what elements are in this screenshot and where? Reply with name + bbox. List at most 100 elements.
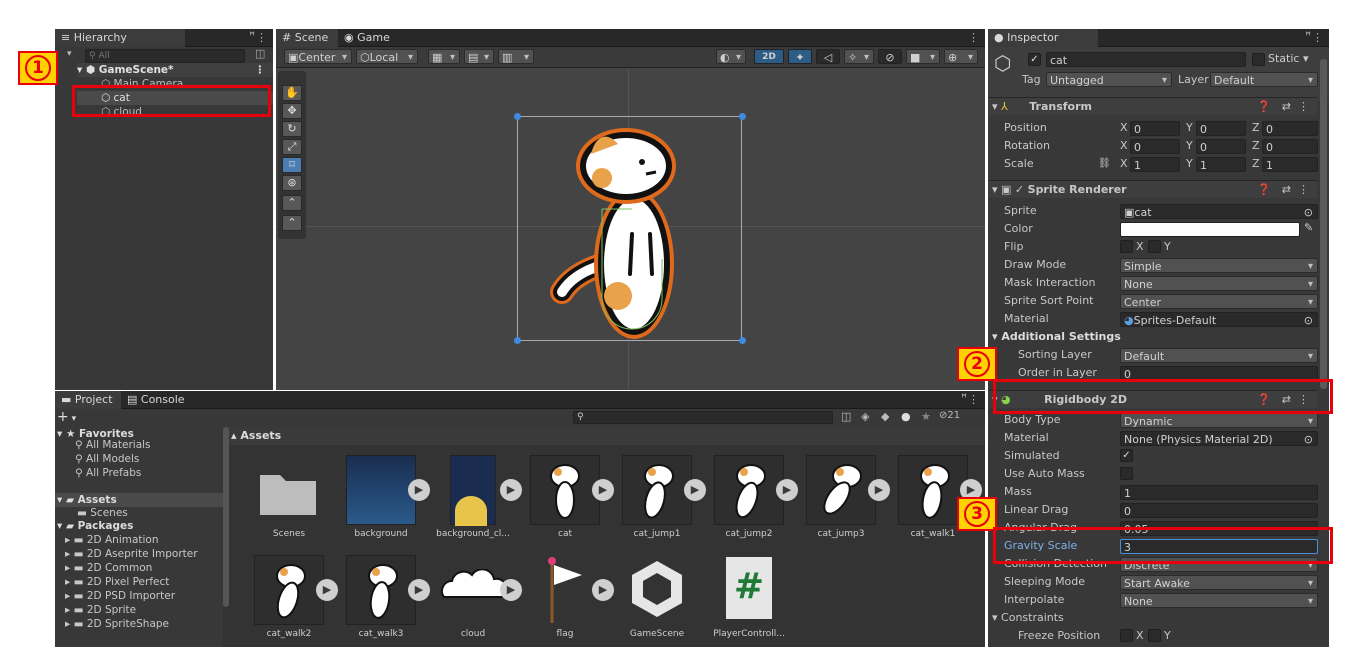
tree-item-gamescene[interactable]: ▾ ⬢ GameScene* ⋮ [77, 63, 273, 77]
mask-interaction-dropdown[interactable]: None [1120, 276, 1318, 291]
project-search-input[interactable]: ⚲ [573, 411, 833, 424]
more-menu-icon[interactable]: ⋮ [256, 31, 267, 44]
lock-icon[interactable]: ꟸ [961, 393, 967, 404]
lock-icon[interactable]: ꟸ [249, 31, 255, 42]
grid-snap-dropdown[interactable]: ▤ [464, 49, 494, 64]
visibility-toggle[interactable]: ⊘ [878, 49, 902, 64]
color-field[interactable] [1120, 222, 1300, 237]
object-name-field[interactable]: cat [1046, 52, 1246, 67]
sleeping-mode-dropdown[interactable]: Start Awake [1120, 575, 1318, 590]
object-picker-icon[interactable]: ⊙ [1304, 205, 1313, 218]
more-menu-icon[interactable]: ⋮ [1312, 31, 1323, 44]
package-item[interactable]: ▸ ▬ 2D Animation [65, 533, 159, 547]
simulated-checkbox[interactable]: ✓ [1120, 449, 1133, 462]
draw-mode-dropdown[interactable]: Simple [1120, 258, 1318, 273]
scene-menu-icon[interactable]: ⋮ [255, 63, 266, 77]
asset-item[interactable]: ▶ flag [522, 555, 614, 645]
body-type-dropdown[interactable]: Dynamic [1120, 413, 1318, 428]
scale-x-field[interactable]: 1 [1130, 157, 1180, 172]
asset-item[interactable]: ▶ cloud [430, 555, 522, 645]
eyedropper-icon[interactable]: ✎ [1304, 221, 1313, 234]
tab-inspector[interactable]: ● Inspector [988, 29, 1098, 47]
rect-handle[interactable] [739, 337, 746, 344]
object-picker-icon[interactable]: ⊙ [1304, 432, 1313, 445]
asset-item[interactable]: ▶ background_cl... [430, 455, 522, 545]
camera-dropdown[interactable]: ■ [906, 49, 940, 64]
filter-icon[interactable]: ◫ [255, 47, 265, 60]
sorting-layer-dropdown[interactable]: Default [1120, 348, 1318, 363]
additional-settings-foldout[interactable]: ▾ Additional Settings [992, 328, 1121, 346]
rotate-tool-icon[interactable]: ↻ [282, 121, 302, 137]
assets-folder[interactable]: ▾ ▰ Assets [55, 493, 223, 507]
filter-type-icon[interactable]: ◫ [841, 410, 851, 423]
sprite-renderer-header[interactable]: ▾ ▣ ✓ Sprite Renderer ❓ ⇄ ⋮ [988, 180, 1317, 198]
space-dropdown[interactable]: ⬡Local [356, 49, 418, 64]
add-asset-button[interactable]: + ▾ [57, 409, 76, 427]
position-z-field[interactable]: 0 [1262, 121, 1318, 136]
asset-item[interactable]: GameScene [614, 555, 700, 645]
position-y-field[interactable]: 0 [1196, 121, 1246, 136]
scale-z-field[interactable]: 1 [1262, 157, 1318, 172]
mode-2d-button[interactable]: 2D [754, 49, 784, 64]
create-dropdown-icon[interactable]: ▾ [67, 49, 72, 59]
scale-y-field[interactable]: 1 [1196, 157, 1246, 172]
rect-handle[interactable] [514, 113, 521, 120]
asset-item[interactable]: ▶ cat_walk3 [338, 555, 430, 645]
tab-game[interactable]: ◉ Game [338, 29, 396, 47]
component-menu-icon[interactable]: ⋮ [1298, 98, 1309, 115]
rect-handle[interactable] [739, 113, 746, 120]
more-menu-icon[interactable]: ⋮ [968, 31, 979, 44]
rect-tool-icon[interactable]: ⌑ [282, 157, 302, 173]
object-picker-icon[interactable]: ⊙ [1304, 313, 1313, 326]
rotation-x-field[interactable]: 0 [1130, 139, 1180, 154]
freeze-x-checkbox[interactable] [1120, 629, 1133, 642]
asset-item[interactable]: Scenes [246, 455, 332, 545]
lock-icon[interactable]: ꟸ [1305, 31, 1311, 42]
link-icon[interactable]: ⛓ [1098, 158, 1111, 169]
preset-icon[interactable]: ⇄ [1282, 181, 1291, 198]
transform-tool-icon[interactable]: ⊛ [282, 175, 302, 191]
transform-header[interactable]: ▾ ⅄ Transform ❓ ⇄ ⋮ [988, 97, 1317, 115]
flip-y-checkbox[interactable] [1148, 240, 1161, 253]
rotation-z-field[interactable]: 0 [1262, 139, 1318, 154]
play-icon[interactable]: ▶ [408, 479, 430, 501]
gizmos-dropdown[interactable]: ⊕ [944, 49, 978, 64]
play-icon[interactable]: ▶ [592, 479, 614, 501]
favorite-item[interactable]: ⚲ All Models [75, 452, 139, 466]
hidden-packages-icon[interactable]: ⊘21 [939, 410, 960, 421]
asset-item[interactable]: # PlayerControll... [706, 555, 792, 645]
sprite-sort-point-dropdown[interactable]: Center [1120, 294, 1318, 309]
active-checkbox[interactable]: ✓ [1028, 53, 1041, 66]
hierarchy-search-input[interactable]: ⚲ All [85, 49, 245, 63]
package-item[interactable]: ▸ ▬ 2D Aseprite Importer [65, 547, 198, 561]
filter-label-icon[interactable]: ◈ [861, 410, 869, 423]
position-x-field[interactable]: 0 [1130, 121, 1180, 136]
tab-hierarchy[interactable]: ≡ Hierarchy [55, 29, 185, 47]
layer-dropdown[interactable]: Default [1210, 72, 1318, 87]
tab-project[interactable]: ▬ Project [55, 391, 121, 409]
asset-item[interactable]: ▶ background [338, 455, 430, 545]
play-icon[interactable]: ▶ [408, 579, 430, 601]
static-label[interactable]: Static ▾ [1268, 52, 1308, 65]
component-menu-icon[interactable]: ⋮ [1298, 181, 1309, 198]
rotation-y-field[interactable]: 0 [1196, 139, 1246, 154]
preset-icon[interactable]: ⇄ [1282, 98, 1291, 115]
packages-folder[interactable]: ▾ ▰ Packages [57, 519, 133, 533]
tag-dropdown[interactable]: Untagged [1046, 72, 1172, 87]
tab-console[interactable]: ▤ Console [121, 391, 191, 409]
flip-x-checkbox[interactable] [1120, 240, 1133, 253]
audio-toggle[interactable]: ◁ [816, 49, 840, 64]
enabled-check-icon[interactable]: ✓ [1015, 183, 1028, 196]
help-icon[interactable]: ❓ [1257, 181, 1271, 198]
pivot-dropdown[interactable]: ▣Center [284, 49, 352, 64]
constraints-foldout[interactable]: ▾ Constraints [992, 609, 1064, 627]
scale-tool-icon[interactable]: ⤢ [282, 139, 302, 155]
play-icon[interactable]: ▶ [500, 579, 522, 601]
play-icon[interactable]: ▶ [592, 579, 614, 601]
tag-icon[interactable]: ◆ [881, 410, 889, 423]
play-icon[interactable]: ▶ [776, 479, 798, 501]
move-tool-icon[interactable]: ✥ [282, 103, 302, 119]
tab-scene[interactable]: # Scene [276, 29, 338, 47]
snap-dropdown[interactable]: ▦ [428, 49, 460, 64]
play-icon[interactable]: ▶ [500, 479, 522, 501]
